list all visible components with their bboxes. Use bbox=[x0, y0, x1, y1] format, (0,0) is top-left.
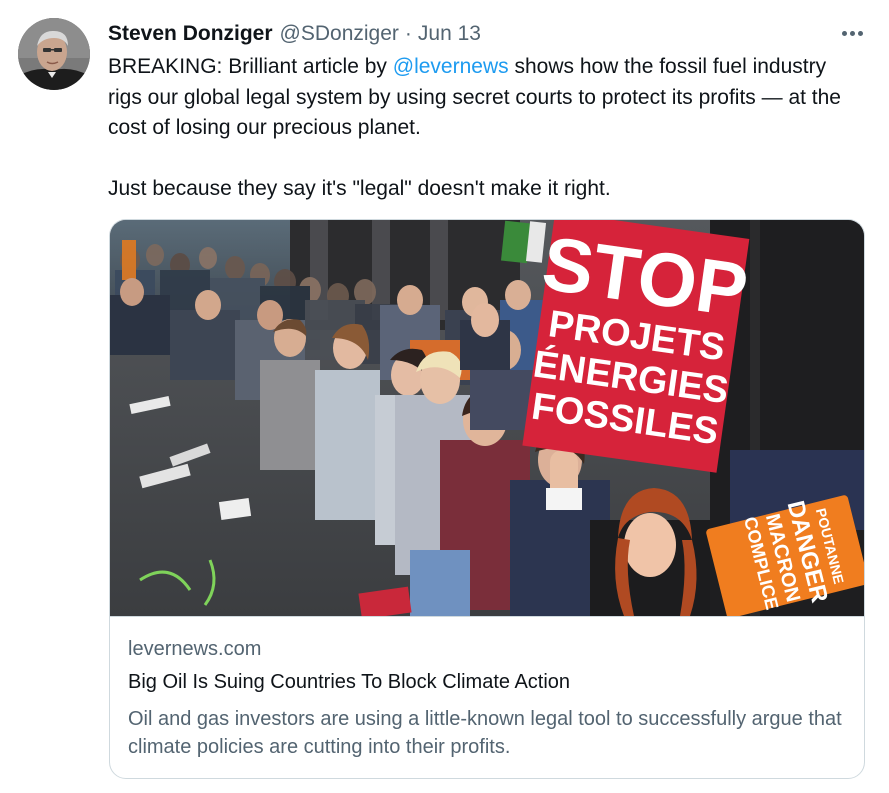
card-description: Oil and gas investors are using a little… bbox=[128, 708, 842, 758]
separator-dot: · bbox=[404, 22, 412, 45]
tweet-date[interactable]: Jun 13 bbox=[418, 22, 481, 46]
card-title: Big Oil Is Suing Countries To Block Clim… bbox=[128, 671, 571, 693]
tweet[interactable]: Steven Donziger @SDonziger · Jun 13 BREA… bbox=[0, 0, 889, 793]
card-domain: levernews.com bbox=[128, 638, 262, 660]
link-card[interactable]: STOP PROJETS ÉNERGIES FOSSILES POUTANNE … bbox=[109, 219, 865, 779]
tweet-paragraph-1: BREAKING: Brilliant article by @levernew… bbox=[108, 52, 853, 144]
tweet-text: BREAKING: Brilliant article by @levernew… bbox=[108, 52, 853, 204]
avatar[interactable] bbox=[18, 18, 90, 90]
tweet-paragraph-2: Just because they say it's "legal" doesn… bbox=[108, 176, 611, 200]
tweet-header: Steven Donziger @SDonziger · Jun 13 bbox=[108, 20, 481, 48]
mention-link[interactable]: @levernews bbox=[393, 55, 509, 78]
card-image[interactable]: STOP PROJETS ÉNERGIES FOSSILES POUTANNE … bbox=[110, 220, 864, 617]
author-name[interactable]: Steven Donziger bbox=[108, 22, 273, 46]
protest-photo: STOP PROJETS ÉNERGIES FOSSILES POUTANNE … bbox=[110, 220, 864, 616]
author-handle[interactable]: @SDonziger bbox=[280, 22, 399, 46]
tweet-text-part-1: BREAKING: Brilliant article by bbox=[108, 55, 393, 78]
more-horizontal-icon[interactable] bbox=[834, 18, 870, 48]
